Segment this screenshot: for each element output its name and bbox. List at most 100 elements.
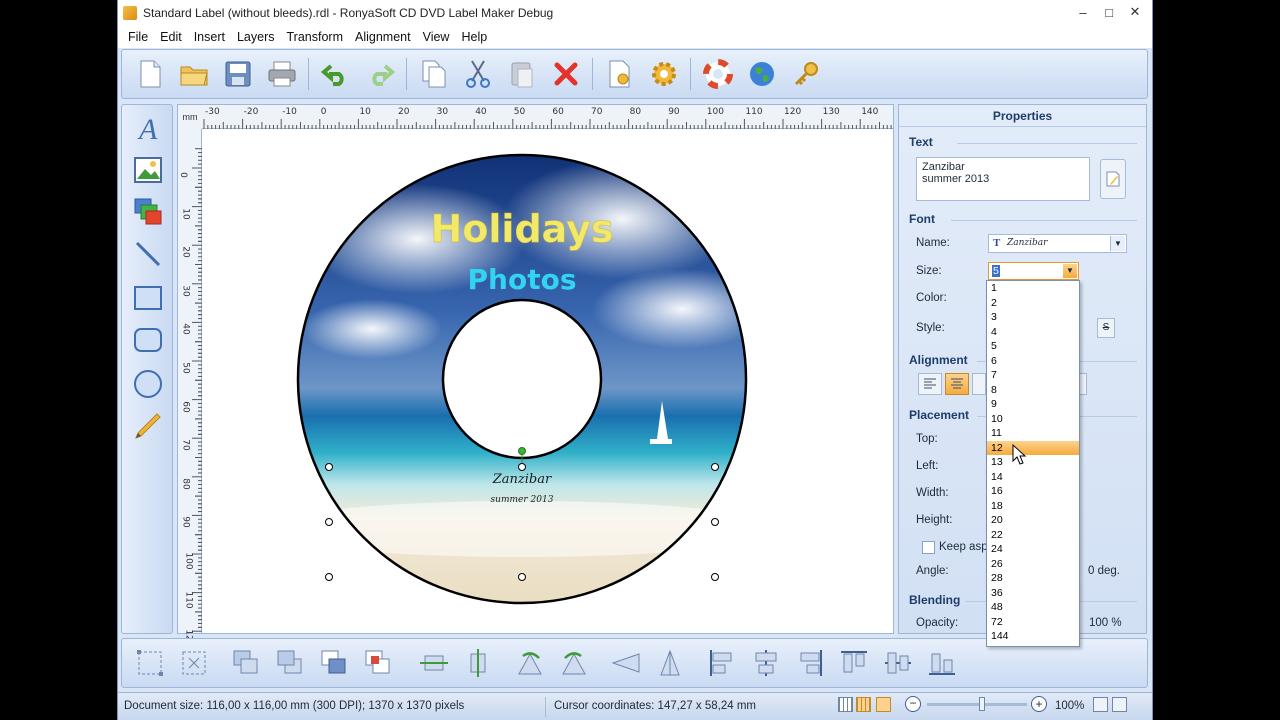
- design-canvas[interactable]: mm -30 -20 -10 0 10 20 30 40 50 60 70 80 90 100 110 120…: [177, 104, 894, 647]
- pencil-tool-icon[interactable]: [132, 409, 164, 443]
- align-center-button[interactable]: [945, 373, 969, 395]
- rotate-right-icon[interactable]: [558, 647, 590, 679]
- font-size-option[interactable]: 2: [987, 296, 1079, 311]
- font-size-option[interactable]: 5: [987, 339, 1079, 354]
- open-folder-icon[interactable]: [178, 58, 210, 90]
- font-size-option[interactable]: 144: [987, 629, 1079, 644]
- font-size-option[interactable]: 16: [987, 484, 1079, 499]
- align-right-button[interactable]: [972, 373, 986, 395]
- gear-icon[interactable]: [648, 58, 680, 90]
- snap-grid-icon[interactable]: [856, 697, 871, 712]
- align-top-objects-icon[interactable]: [838, 647, 870, 679]
- send-backward-icon[interactable]: [274, 647, 306, 679]
- undo-icon[interactable]: [320, 58, 352, 90]
- grid-view-icon[interactable]: [838, 697, 853, 712]
- font-size-option[interactable]: 13: [987, 455, 1079, 470]
- bring-to-front-icon[interactable]: [318, 647, 350, 679]
- align-middle-objects-icon[interactable]: [882, 647, 914, 679]
- redo-icon[interactable]: [364, 58, 396, 90]
- rectangle-tool-icon[interactable]: [132, 281, 164, 315]
- font-name-dropdown[interactable]: T Zanzibar ▼: [988, 234, 1127, 253]
- rotate-left-icon[interactable]: [514, 647, 546, 679]
- fit-height-icon[interactable]: [462, 647, 494, 679]
- close-button[interactable]: ✕: [1122, 2, 1148, 22]
- menu-file[interactable]: File: [122, 30, 154, 44]
- font-size-option[interactable]: 11: [987, 426, 1079, 441]
- zoom-slider[interactable]: [927, 697, 1027, 711]
- menu-layers[interactable]: Layers: [231, 30, 281, 44]
- zoom-slider-thumb[interactable]: [978, 697, 985, 711]
- font-size-option[interactable]: 36: [987, 586, 1079, 601]
- actual-size-icon[interactable]: [1112, 697, 1127, 712]
- new-document-icon[interactable]: [134, 58, 166, 90]
- help-lifebuoy-icon[interactable]: [702, 58, 734, 90]
- text-tool-icon[interactable]: A: [132, 111, 164, 145]
- fit-width-icon[interactable]: [418, 647, 450, 679]
- menu-alignment[interactable]: Alignment: [349, 30, 417, 44]
- menu-edit[interactable]: Edit: [154, 30, 188, 44]
- font-size-option[interactable]: 4: [987, 325, 1079, 340]
- font-size-option[interactable]: 26: [987, 557, 1079, 572]
- send-to-back-icon[interactable]: [362, 647, 394, 679]
- menu-transform[interactable]: Transform: [281, 30, 350, 44]
- menu-view[interactable]: View: [417, 30, 456, 44]
- save-disk-icon[interactable]: [222, 58, 254, 90]
- font-size-option[interactable]: 72: [987, 615, 1079, 630]
- font-size-option[interactable]: 22: [987, 528, 1079, 543]
- font-size-value[interactable]: 5: [992, 265, 1000, 277]
- line-tool-icon[interactable]: [132, 237, 164, 271]
- globe-icon[interactable]: [746, 58, 778, 90]
- flip-vertical-icon[interactable]: [654, 647, 686, 679]
- fit-page-icon[interactable]: [1093, 697, 1108, 712]
- cut-icon[interactable]: [462, 58, 494, 90]
- strikethrough-button[interactable]: S: [1097, 318, 1115, 338]
- zoom-out-button[interactable]: −: [905, 696, 921, 712]
- keep-aspect-checkbox[interactable]: [922, 541, 935, 554]
- font-size-option[interactable]: 7: [987, 368, 1079, 383]
- font-size-option[interactable]: 20: [987, 513, 1079, 528]
- align-center-objects-icon[interactable]: [750, 647, 782, 679]
- font-size-option[interactable]: 10: [987, 412, 1079, 427]
- font-size-option[interactable]: 8: [987, 383, 1079, 398]
- font-size-option[interactable]: 12: [987, 440, 1079, 455]
- font-size-option[interactable]: 1: [987, 281, 1079, 296]
- font-size-dropdown[interactable]: 5 ▼: [988, 262, 1079, 280]
- align-right-objects-icon[interactable]: [794, 647, 826, 679]
- disc-label[interactable]: Holidays Photos Zanzibar summer 2013: [202, 129, 893, 633]
- menu-insert[interactable]: Insert: [188, 30, 231, 44]
- font-size-option[interactable]: 28: [987, 571, 1079, 586]
- menu-help[interactable]: Help: [455, 30, 493, 44]
- edit-text-button[interactable]: [1100, 159, 1126, 199]
- rounded-rectangle-tool-icon[interactable]: [132, 323, 164, 357]
- font-size-option[interactable]: 14: [987, 470, 1079, 485]
- chevron-down-icon[interactable]: ▼: [1110, 236, 1125, 251]
- layers-tool-icon[interactable]: [132, 195, 164, 229]
- text-value-field[interactable]: Zanzibar summer 2013: [916, 157, 1090, 201]
- zoom-in-button[interactable]: +: [1031, 696, 1047, 712]
- font-size-option[interactable]: 3: [987, 310, 1079, 325]
- align-bottom-objects-icon[interactable]: [926, 647, 958, 679]
- font-size-option[interactable]: 18: [987, 499, 1079, 514]
- font-size-option[interactable]: 9: [987, 397, 1079, 412]
- flip-horizontal-icon[interactable]: [610, 647, 642, 679]
- print-icon[interactable]: [266, 58, 298, 90]
- font-size-option[interactable]: 24: [987, 542, 1079, 557]
- chevron-down-icon[interactable]: ▼: [1063, 264, 1077, 278]
- delete-icon[interactable]: [550, 58, 582, 90]
- ungroup-icon[interactable]: [178, 647, 210, 679]
- ellipse-tool-icon[interactable]: [132, 367, 164, 401]
- font-size-option[interactable]: 6: [987, 354, 1079, 369]
- maximize-button[interactable]: □: [1096, 2, 1122, 22]
- group-icon[interactable]: [134, 647, 166, 679]
- copy-icon[interactable]: [418, 58, 450, 90]
- font-size-list[interactable]: 1 2 3 4 5 6 7 8 9 10 11 12 13 14 16 18 20 22 24 26 28 36 48 72 1…: [986, 280, 1080, 647]
- key-icon[interactable]: [790, 58, 822, 90]
- align-left-button[interactable]: [918, 373, 942, 395]
- paste-icon[interactable]: [506, 58, 538, 90]
- bring-forward-icon[interactable]: [230, 647, 262, 679]
- font-size-option[interactable]: 48: [987, 600, 1079, 615]
- document-settings-icon[interactable]: [604, 58, 636, 90]
- image-tool-icon[interactable]: [132, 153, 164, 187]
- guides-icon[interactable]: [876, 697, 891, 712]
- minimize-button[interactable]: –: [1070, 2, 1096, 22]
